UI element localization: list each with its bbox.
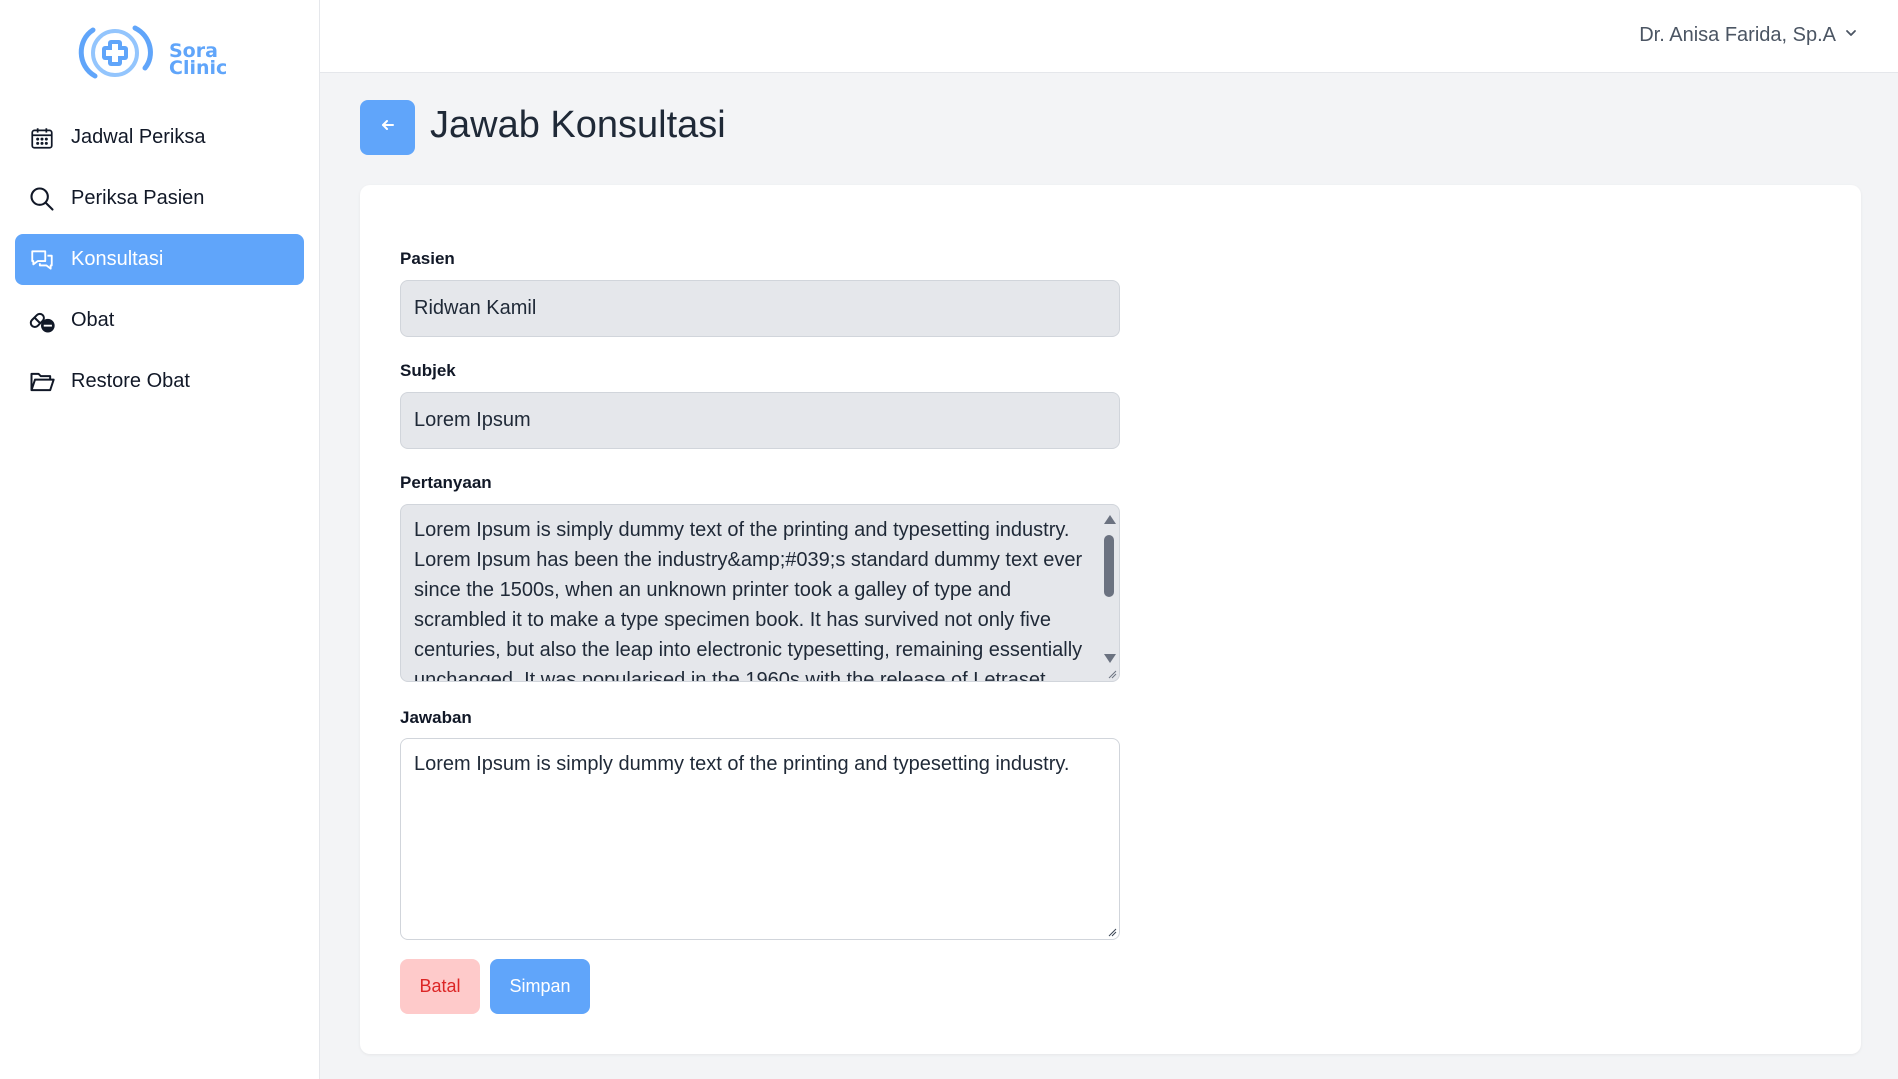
question-scrollbar[interactable] <box>1101 507 1117 669</box>
sidebar: Sora Clinic Jadwal Periksa Periksa Pasie… <box>0 0 320 1079</box>
brand-name: Sora Clinic <box>169 42 228 79</box>
resize-grip-icon[interactable] <box>1107 927 1117 937</box>
page-title: Jawab Konsultasi <box>430 104 726 146</box>
sidebar-item-restore-obat[interactable]: Restore Obat <box>15 356 304 407</box>
sidebar-item-obat[interactable]: Obat <box>15 295 304 346</box>
patient-label: Pasien <box>400 249 455 268</box>
question-text: Lorem Ipsum is simply dummy text of the … <box>414 519 1083 682</box>
user-name: Dr. Anisa Farida, Sp.A <box>1639 24 1836 46</box>
subject-field[interactable]: Lorem Ipsum <box>400 392 1120 449</box>
brand-logo[interactable]: Sora Clinic <box>75 22 235 84</box>
subject-value: Lorem Ipsum <box>414 409 531 431</box>
chat-icon <box>27 245 57 275</box>
search-icon <box>27 184 57 214</box>
sidebar-item-label: Obat <box>71 309 115 331</box>
answer-label: Jawaban <box>400 708 472 727</box>
arrow-left-icon <box>378 115 398 140</box>
calendar-icon <box>27 123 57 153</box>
patient-field[interactable]: Ridwan Kamil <box>400 280 1120 337</box>
resize-grip-icon[interactable] <box>1107 669 1117 679</box>
sidebar-item-label: Restore Obat <box>71 370 190 392</box>
pills-icon <box>27 306 57 336</box>
scroll-down-arrow-icon[interactable] <box>1104 654 1116 663</box>
clinic-logo-icon <box>78 25 153 79</box>
save-button[interactable]: Simpan <box>490 959 590 1014</box>
brand-name-line2: Clinic <box>169 57 228 79</box>
question-label: Pertanyaan <box>400 473 492 492</box>
sidebar-item-konsultasi[interactable]: Konsultasi <box>15 234 304 285</box>
sidebar-item-periksa-pasien[interactable]: Periksa Pasien <box>15 173 304 224</box>
sidebar-nav: Jadwal Periksa Periksa Pasien Konsultasi <box>15 112 304 417</box>
cancel-button[interactable]: Batal <box>400 959 480 1014</box>
sidebar-item-jadwal-periksa[interactable]: Jadwal Periksa <box>15 112 304 163</box>
subject-label: Subjek <box>400 361 456 380</box>
folder-open-icon <box>27 367 57 397</box>
answer-textarea[interactable]: Lorem Ipsum is simply dummy text of the … <box>400 738 1120 940</box>
patient-value: Ridwan Kamil <box>414 297 537 319</box>
sidebar-item-label: Konsultasi <box>71 248 164 270</box>
back-button[interactable] <box>360 100 415 155</box>
user-menu[interactable]: Dr. Anisa Farida, Sp.A <box>1639 24 1858 47</box>
scroll-up-arrow-icon[interactable] <box>1104 515 1116 524</box>
answer-text: Lorem Ipsum is simply dummy text of the … <box>414 753 1070 775</box>
scroll-thumb[interactable] <box>1104 535 1114 597</box>
consultation-form-card: Pasien Ridwan Kamil Subjek Lorem Ipsum P… <box>360 185 1861 1054</box>
top-bar: Dr. Anisa Farida, Sp.A <box>320 0 1898 73</box>
sidebar-item-label: Jadwal Periksa <box>71 126 206 148</box>
chevron-down-icon <box>1844 26 1858 45</box>
sidebar-item-label: Periksa Pasien <box>71 187 205 209</box>
question-textarea[interactable]: Lorem Ipsum is simply dummy text of the … <box>400 504 1120 682</box>
